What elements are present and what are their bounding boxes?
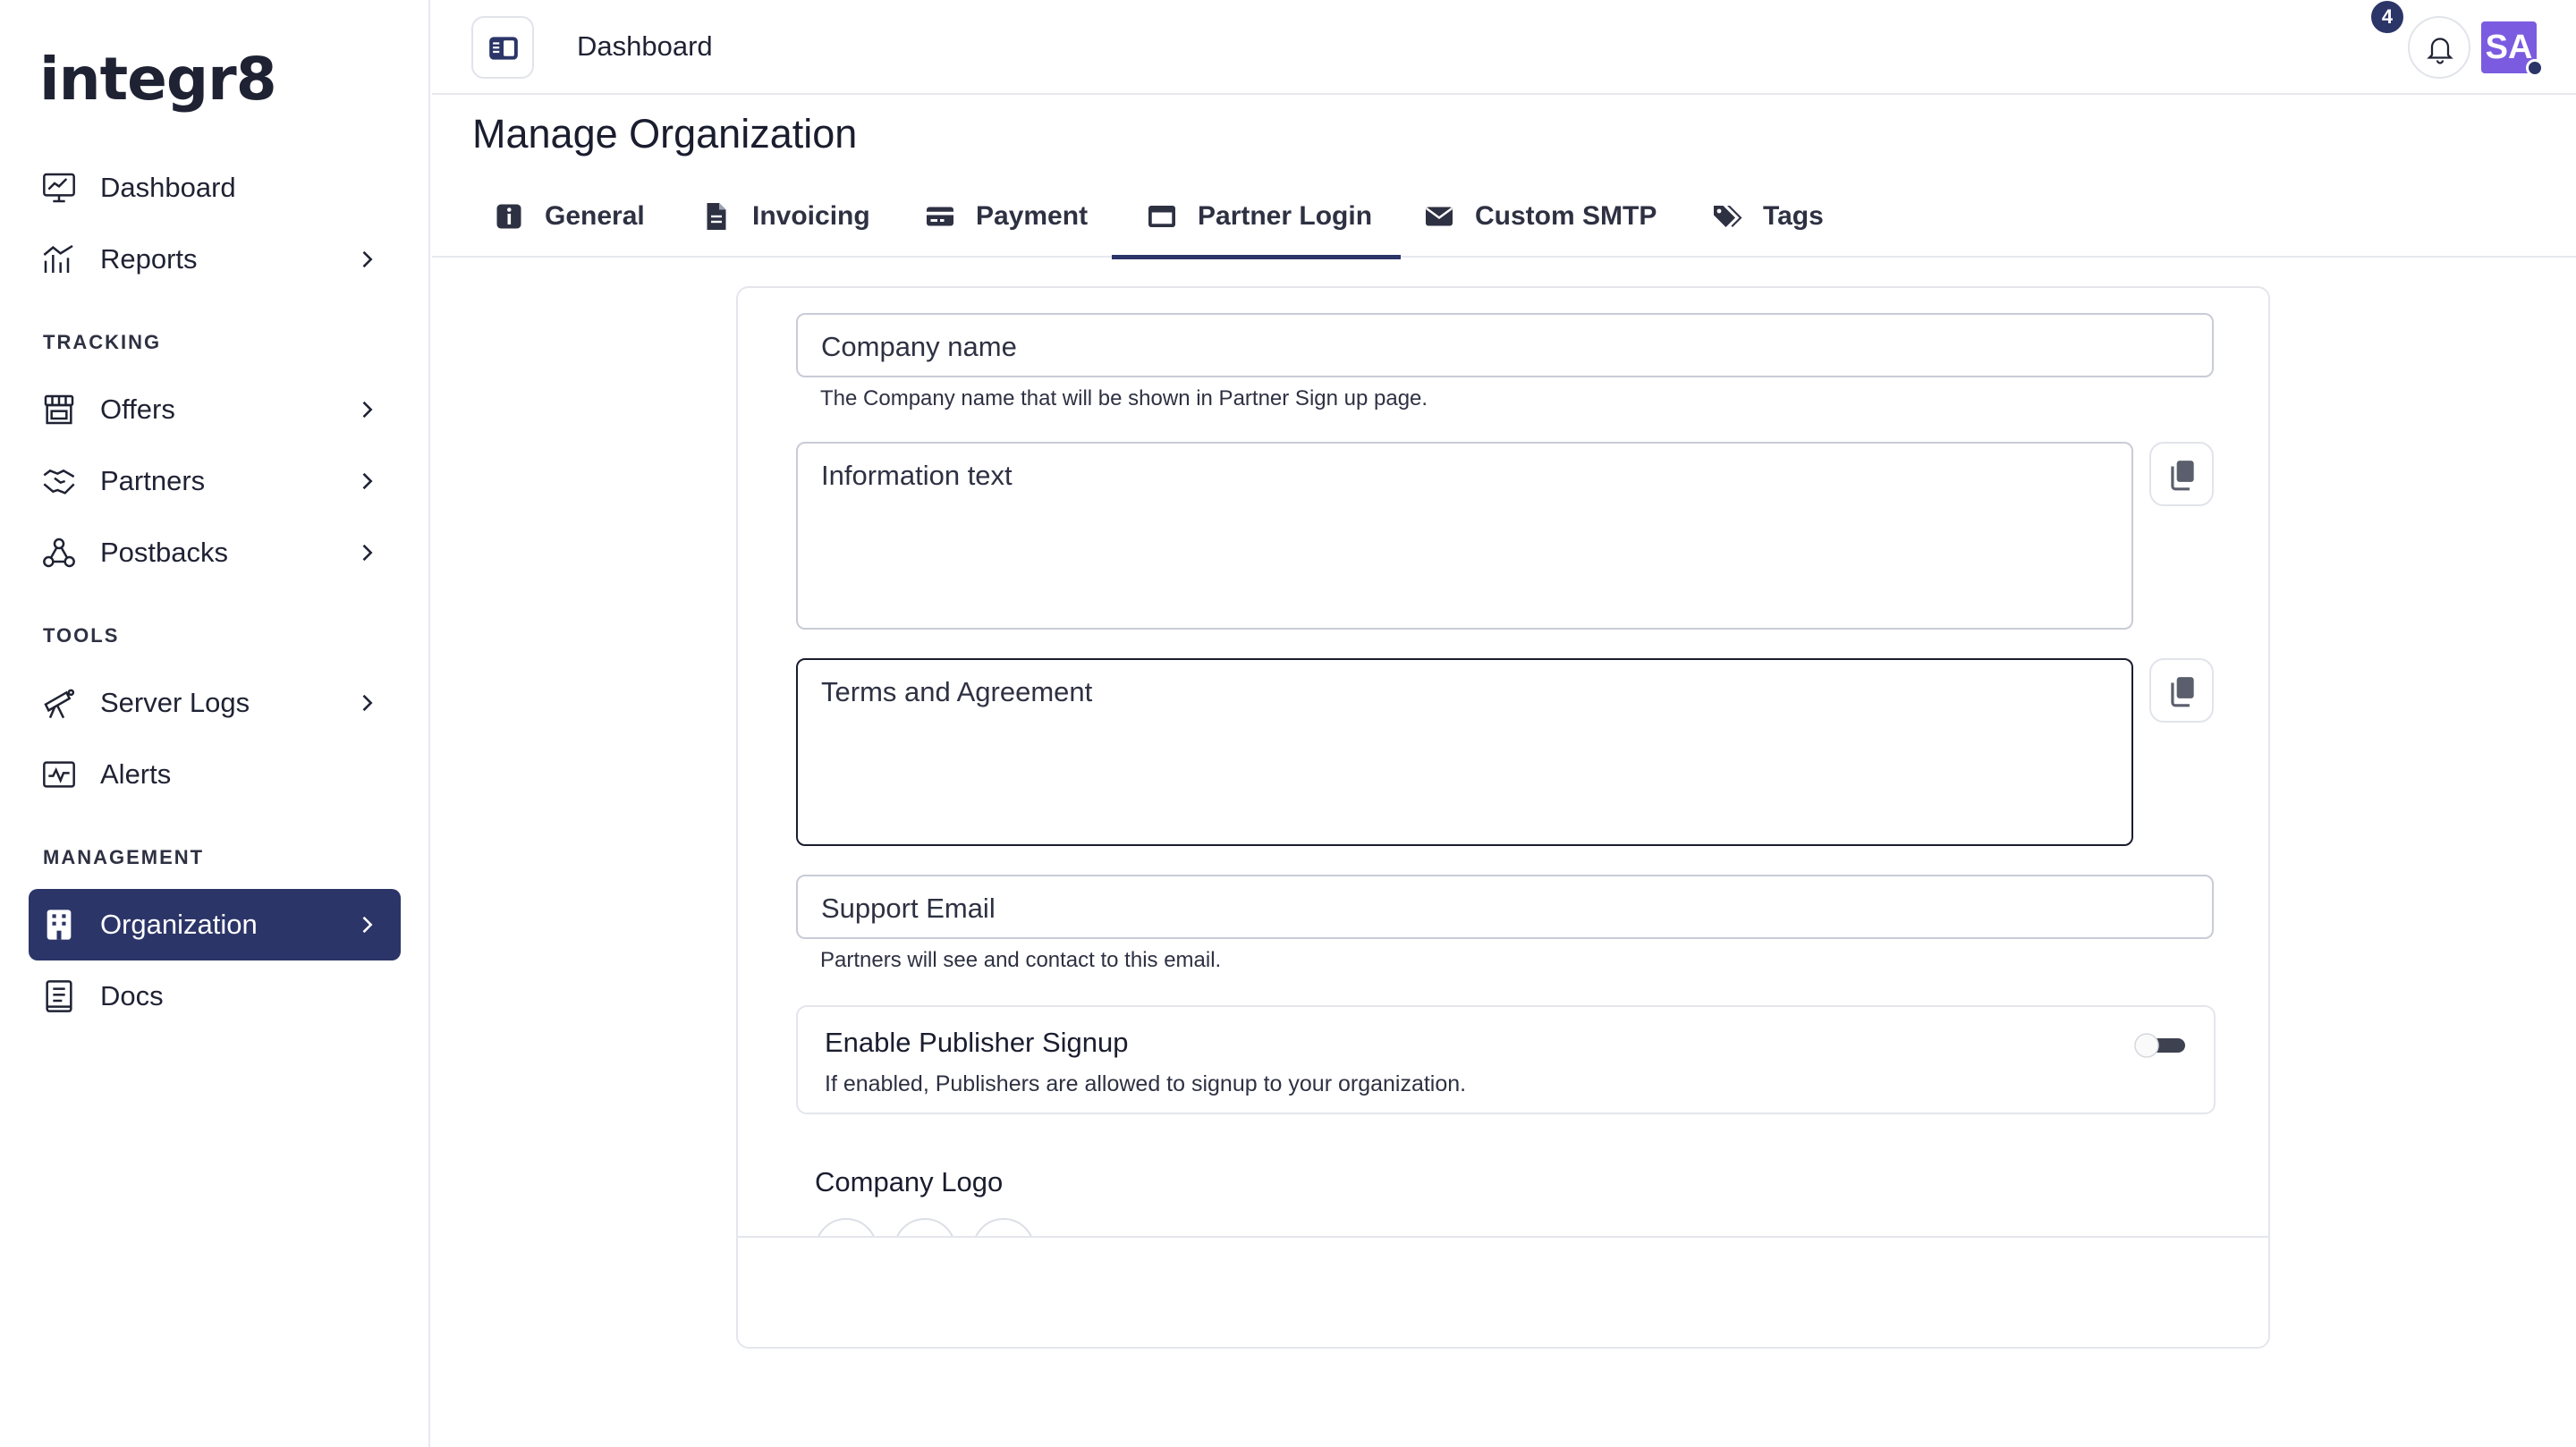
tab-label: Partner Login xyxy=(1198,201,1373,231)
notification-count-badge: 4 xyxy=(2368,0,2406,36)
tab-payment[interactable]: Payment xyxy=(924,175,1088,258)
sidebar-item-label: Offers xyxy=(100,393,175,425)
section-label-tracking: TRACKING xyxy=(43,331,162,353)
copy-icon xyxy=(2171,461,2194,491)
window-icon xyxy=(1148,206,1175,227)
chevron-right-icon xyxy=(362,544,373,562)
sidebar-item-alerts[interactable]: Alerts xyxy=(29,739,401,810)
sidebar-item-offers[interactable]: Offers xyxy=(29,374,401,445)
publisher-signup-title: Enable Publisher Signup xyxy=(825,1027,1129,1058)
information-text-textarea[interactable]: Information text xyxy=(796,442,2133,630)
sidebar-panel-icon xyxy=(489,37,518,60)
building-icon xyxy=(47,910,72,940)
copy-icon xyxy=(2171,677,2194,707)
sidebar-item-partners[interactable]: Partners xyxy=(29,445,401,517)
telescope-icon xyxy=(44,689,75,719)
support-email-helper: Partners will see and contact to this em… xyxy=(820,948,1222,972)
sidebar-item-label: Postbacks xyxy=(100,537,229,568)
publisher-signup-description: If enabled, Publishers are allowed to si… xyxy=(825,1071,1467,1096)
sidebar-item-label: Server Logs xyxy=(100,687,250,718)
tab-label: General xyxy=(545,201,645,231)
card-footer xyxy=(738,1236,2268,1347)
section-label-management: MANAGEMENT xyxy=(43,846,205,868)
tab-tags[interactable]: Tags xyxy=(1711,175,1824,258)
tab-label: Tags xyxy=(1763,201,1824,231)
chevron-right-icon xyxy=(362,694,373,712)
sidebar-item-label: Partners xyxy=(100,465,206,496)
tab-label: Payment xyxy=(976,201,1089,231)
handshake-icon xyxy=(43,469,75,495)
tab-invoicing[interactable]: Invoicing xyxy=(700,175,870,258)
copy-information-text-button[interactable] xyxy=(2149,442,2214,506)
chevron-right-icon xyxy=(362,250,373,268)
copy-terms-button[interactable] xyxy=(2149,658,2214,723)
tab-label: Custom SMTP xyxy=(1475,201,1657,231)
sidebar-item-label: Alerts xyxy=(100,758,172,790)
book-icon xyxy=(46,980,72,1012)
breadcrumb[interactable]: Dashboard xyxy=(577,30,713,63)
sidebar-item-dashboard[interactable]: Dashboard xyxy=(29,152,401,224)
tab-label: Invoicing xyxy=(752,201,870,231)
info-icon xyxy=(496,204,521,229)
publisher-signup-setting: Enable Publisher Signup If enabled, Publ… xyxy=(796,1005,2216,1114)
chevron-right-icon xyxy=(362,916,373,934)
pulse-icon xyxy=(43,761,75,788)
sidebar-item-server-logs[interactable]: Server Logs xyxy=(29,667,401,739)
sidebar-item-label: Dashboard xyxy=(100,172,236,203)
company-name-helper: The Company name that will be shown in P… xyxy=(820,386,1428,410)
sidebar-item-label: Organization xyxy=(100,909,258,940)
publisher-signup-toggle[interactable] xyxy=(2131,1030,2187,1061)
company-name-placeholder: Company name xyxy=(821,331,1017,362)
chart-line-icon xyxy=(43,173,75,203)
top-bar: Dashboard 4 SA xyxy=(432,0,2576,95)
section-label-tools: TOOLS xyxy=(43,624,120,647)
status-dot xyxy=(2526,59,2544,77)
support-email-input[interactable]: Support Email xyxy=(796,875,2214,939)
store-icon xyxy=(44,394,74,425)
sidebar: integr8 Dashboard Reports TRACKING Offer… xyxy=(0,0,430,1447)
bar-chart-icon xyxy=(43,244,73,273)
information-text-placeholder: Information text xyxy=(821,460,1013,491)
tab-general[interactable]: General xyxy=(493,175,645,258)
chevron-right-icon xyxy=(362,472,373,490)
envelope-icon xyxy=(1426,207,1453,226)
app-logo[interactable]: integr8 xyxy=(39,45,277,114)
sidebar-toggle-button[interactable] xyxy=(471,16,534,79)
tab-partner-login[interactable]: Partner Login xyxy=(1111,175,1402,259)
sidebar-item-reports[interactable]: Reports xyxy=(29,224,401,295)
tags-icon xyxy=(1714,206,1742,227)
sidebar-item-label: Reports xyxy=(100,243,198,275)
sidebar-item-docs[interactable]: Docs xyxy=(29,960,401,1032)
support-email-placeholder: Support Email xyxy=(821,893,996,924)
tab-custom-smtp[interactable]: Custom SMTP xyxy=(1423,175,1657,258)
credit-card-icon xyxy=(927,207,953,226)
webhook-icon xyxy=(43,537,75,568)
company-logo-label: Company Logo xyxy=(815,1166,1004,1197)
document-icon xyxy=(707,203,726,230)
tab-bar: General Invoicing Payment Partner Login … xyxy=(432,175,2576,259)
sidebar-item-postbacks[interactable]: Postbacks xyxy=(29,517,401,588)
page-title: Manage Organization xyxy=(472,111,858,157)
bell-icon xyxy=(2427,38,2453,64)
terms-agreement-placeholder: Terms and Agreement xyxy=(821,676,1093,707)
terms-agreement-textarea[interactable]: Terms and Agreement xyxy=(796,658,2133,846)
notifications-button[interactable] xyxy=(2408,16,2470,79)
chevron-right-icon xyxy=(362,401,373,419)
sidebar-item-organization[interactable]: Organization xyxy=(29,889,401,960)
partner-login-form-card: Company name The Company name that will … xyxy=(736,286,2270,1349)
sidebar-item-label: Docs xyxy=(100,980,164,1011)
company-name-input[interactable]: Company name xyxy=(796,313,2214,377)
